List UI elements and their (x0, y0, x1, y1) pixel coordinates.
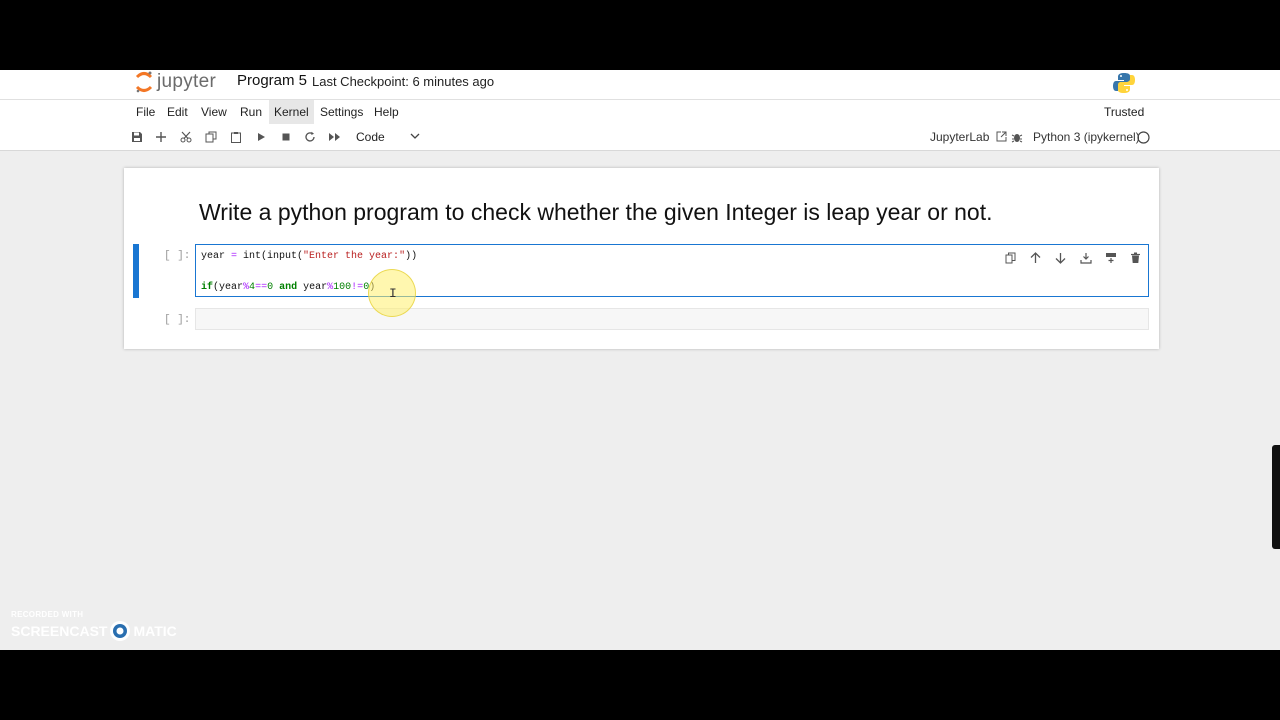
menu-settings[interactable]: Settings (315, 100, 368, 124)
python-logo-icon (1113, 73, 1135, 93)
checkpoint-status: Last Checkpoint: 6 minutes ago (312, 74, 495, 89)
watermark-brand-right: MATIC (133, 623, 177, 639)
cell-type-value: Code (356, 130, 385, 144)
markdown-heading[interactable]: Write a python program to check whether … (199, 199, 993, 226)
logo-text: jupyter (157, 71, 217, 92)
add-cell-icon[interactable] (153, 129, 169, 145)
watermark-recorded-with: RECORDED WITH (11, 610, 84, 619)
notebook-title[interactable]: Program 5 (237, 72, 307, 89)
save-icon[interactable] (129, 129, 145, 145)
code-line-1: year = int(input("Enter the year:")) (201, 251, 418, 262)
menu-file[interactable]: File (131, 100, 160, 124)
notebook-toolbar: Code JupyterLab Python 3 (ipykernel) (0, 124, 1280, 151)
paste-icon[interactable] (228, 129, 244, 145)
duplicate-cell-icon[interactable] (1002, 249, 1019, 266)
run-all-icon[interactable] (327, 129, 343, 145)
cut-icon[interactable] (178, 129, 194, 145)
menu-run[interactable]: Run (235, 100, 267, 124)
code-cell-prompt: [ ]: (164, 250, 191, 262)
kernel-status-idle-icon (1137, 131, 1150, 144)
screencast-watermark: RECORDED WITH SCREENCAST MATIC (11, 610, 177, 642)
menu-edit[interactable]: Edit (162, 100, 193, 124)
run-icon[interactable] (253, 129, 269, 145)
debugger-bug-icon[interactable] (1009, 129, 1025, 145)
kernel-name[interactable]: Python 3 (ipykernel) (1033, 128, 1140, 146)
menu-kernel[interactable]: Kernel (269, 100, 314, 124)
active-cell-indicator (133, 244, 139, 298)
restart-icon[interactable] (302, 129, 318, 145)
code-line-3: if(year%4==0 and year%100!=0) (201, 282, 375, 293)
external-link-icon (996, 131, 1007, 142)
menu-help[interactable]: Help (369, 100, 404, 124)
right-sidebar-strip[interactable] (1272, 445, 1280, 549)
delete-cell-icon[interactable] (1127, 249, 1144, 266)
cell-type-select[interactable]: Code (351, 128, 423, 146)
move-down-icon[interactable] (1052, 249, 1069, 266)
cell-toolbar (1002, 249, 1144, 266)
empty-code-cell[interactable] (195, 308, 1149, 330)
watermark-brand: SCREENCAST MATIC (11, 620, 177, 642)
chevron-down-icon (410, 133, 420, 139)
top-bar: jupyter Program 5 Last Checkpoint: 6 min… (0, 70, 1280, 99)
watermark-brand-left: SCREENCAST (11, 623, 108, 639)
jupyter-logo[interactable]: jupyter (134, 70, 216, 94)
notebook-panel: Write a python program to check whether … (124, 168, 1159, 349)
screen: jupyter Program 5 Last Checkpoint: 6 min… (0, 70, 1280, 650)
jupyterlab-label: JupyterLab (930, 130, 990, 144)
trusted-indicator[interactable]: Trusted (1099, 100, 1149, 124)
text-cursor-icon: I (389, 286, 397, 301)
empty-cell-prompt: [ ]: (164, 314, 191, 326)
move-up-icon[interactable] (1027, 249, 1044, 266)
menu-view[interactable]: View (196, 100, 232, 124)
jupyter-logo-icon (135, 71, 153, 93)
copy-icon[interactable] (203, 129, 219, 145)
jupyterlab-link[interactable]: JupyterLab (930, 128, 1007, 146)
insert-above-icon[interactable] (1102, 249, 1119, 266)
stop-icon[interactable] (278, 129, 294, 145)
insert-below-icon[interactable] (1077, 249, 1094, 266)
menu-bar: File Edit View Run Kernel Settings Help … (0, 99, 1280, 125)
screencast-record-icon (110, 621, 131, 641)
code-cell-editor[interactable]: year = int(input("Enter the year:")) if(… (195, 244, 1149, 297)
